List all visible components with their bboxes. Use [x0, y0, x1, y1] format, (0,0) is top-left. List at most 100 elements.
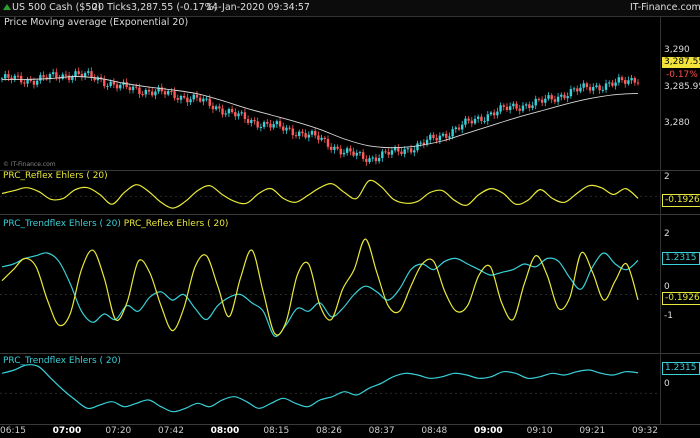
candle-body: [103, 79, 106, 87]
candle-body: [601, 89, 605, 91]
candle-body: [537, 98, 541, 100]
candle-body: [492, 112, 496, 116]
candle-body: [285, 127, 288, 131]
candle-body: [307, 134, 311, 138]
candle-body: [269, 123, 272, 128]
candle-body: [512, 103, 515, 107]
candle-body: [214, 106, 218, 110]
candle-body: [125, 82, 128, 88]
candle-body: [195, 94, 199, 98]
candle-body: [240, 112, 243, 114]
candle-body: [189, 99, 192, 103]
candle-body: [275, 121, 279, 125]
candle-body: [154, 91, 157, 96]
candle-body: [250, 120, 253, 123]
candle-body: [64, 74, 68, 76]
candle-body: [592, 86, 595, 91]
candle-body: [266, 122, 269, 124]
candle-body: [208, 98, 211, 106]
candle-body: [259, 126, 263, 128]
candle-body: [473, 118, 477, 124]
candle-body: [550, 95, 553, 100]
candle-body: [345, 148, 349, 153]
candle-body: [419, 142, 422, 144]
candle-body: [352, 151, 355, 156]
candle-body: [246, 119, 250, 123]
candle-body: [282, 126, 285, 131]
candle-body: [326, 138, 330, 147]
candle-body: [205, 98, 208, 100]
candle-body: [544, 98, 547, 103]
candle-body: [291, 128, 295, 136]
candle-body: [521, 105, 525, 111]
candle-body: [186, 97, 189, 103]
candle-body: [483, 121, 486, 123]
candle-body: [182, 95, 186, 98]
candle-body: [361, 152, 365, 159]
candle-body: [237, 113, 240, 117]
candle-body: [633, 78, 637, 83]
candle-body: [524, 104, 528, 106]
candle-body: [515, 103, 518, 109]
candle-body: [329, 146, 333, 150]
candle-body: [617, 77, 621, 83]
candle-body: [429, 134, 432, 140]
candle-body: [486, 114, 489, 122]
candle-body: [451, 129, 454, 137]
candle-body: [67, 75, 71, 81]
candle-body: [598, 85, 601, 91]
candle-body: [294, 135, 298, 137]
candle-body: [87, 71, 90, 73]
candle-body: [441, 133, 445, 136]
candle-body: [572, 88, 576, 90]
candle-body: [192, 94, 195, 100]
candle-body: [534, 98, 537, 106]
candle-body: [106, 85, 109, 87]
candle-body: [604, 83, 608, 90]
candle-body: [32, 80, 36, 85]
candle-body: [128, 87, 132, 91]
candle-body: [317, 135, 320, 140]
candle-body: [163, 91, 167, 95]
candle-body: [576, 88, 579, 92]
candle-body: [138, 87, 141, 95]
candle-body: [176, 98, 179, 100]
candle-body: [42, 75, 45, 78]
candle-body: [508, 106, 512, 110]
candle-body: [234, 112, 237, 117]
candle-body: [563, 94, 566, 99]
candle-body: [531, 105, 534, 109]
candle-body: [480, 116, 483, 122]
reflex-line: [1, 238, 639, 336]
candle-body: [496, 111, 499, 116]
candle-body: [135, 86, 138, 88]
candle-body: [528, 104, 531, 109]
candle-body: [582, 83, 585, 88]
candle-body: [454, 127, 458, 130]
candle-body: [16, 75, 20, 77]
chart-plot: [0, 67, 658, 413]
candle-body: [518, 108, 521, 111]
candle-body: [403, 149, 406, 154]
candle-body: [320, 137, 323, 140]
candle-body: [90, 71, 93, 78]
candle-body: [314, 130, 317, 136]
candle-body: [243, 112, 247, 120]
candle-body: [611, 82, 614, 86]
candle-body: [390, 150, 394, 155]
candle-body: [384, 151, 387, 153]
candle-body: [448, 136, 451, 138]
candle-body: [221, 108, 224, 115]
candle-body: [387, 152, 390, 155]
candle-body: [310, 130, 314, 135]
candle-body: [39, 75, 42, 81]
candle-body: [620, 77, 624, 81]
candle-body: [51, 72, 55, 75]
candle-body: [505, 106, 509, 110]
candle-body: [323, 137, 326, 139]
candle-body: [355, 152, 358, 156]
candle-body: [467, 118, 470, 121]
candle-body: [365, 158, 368, 163]
candle-body: [202, 98, 205, 102]
candle-body: [253, 120, 256, 122]
